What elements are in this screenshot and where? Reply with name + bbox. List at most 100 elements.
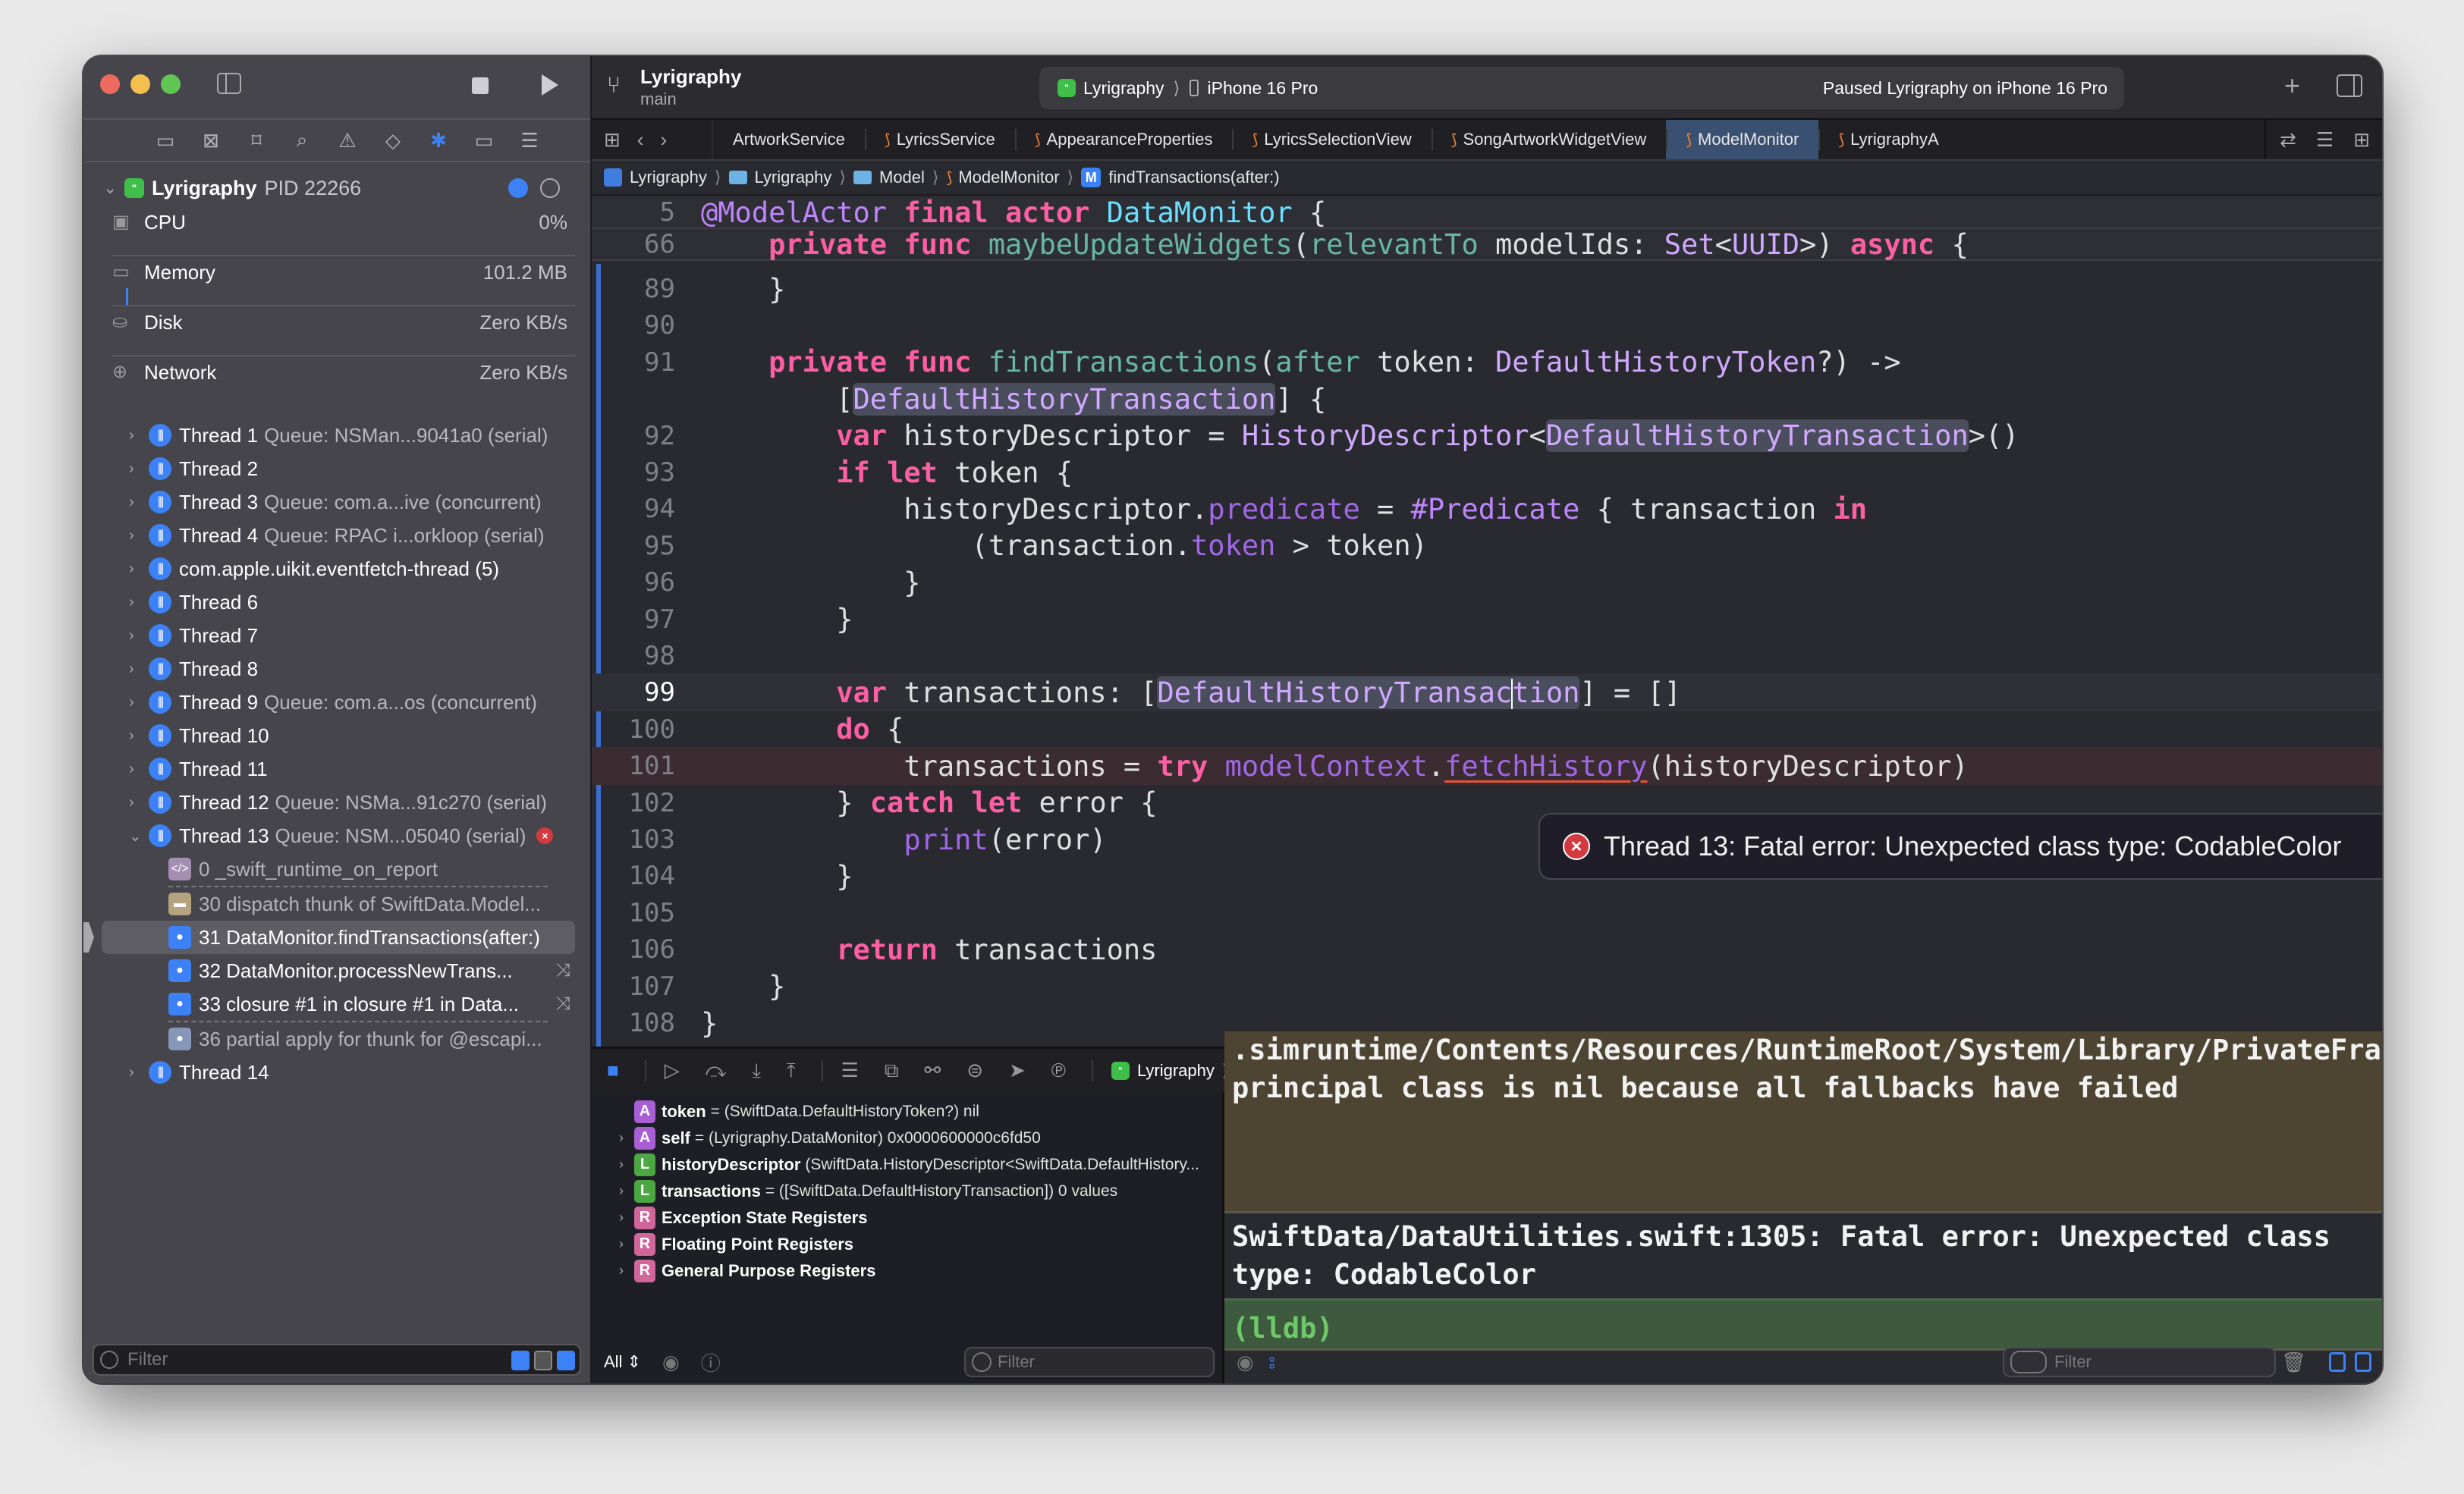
continue-icon[interactable]: ▷ [665,1059,680,1082]
thread-row[interactable]: › ||| Thread 2 [83,452,590,485]
thread-row[interactable]: › ||| Thread 7 [83,619,590,652]
code-line[interactable]: 102 } catch let error { [592,784,2382,822]
chevron-right-icon[interactable]: › [129,627,149,645]
tab-artworkservice[interactable]: ArtworkService [713,120,865,159]
thread-row[interactable]: › ||| Thread 1 Queue: NSMan...9041a0 (seria… [83,419,590,452]
variable-row[interactable]: Atoken = (SwiftData.DefaultHistoryToken?)… [592,1098,1222,1125]
simulate-location-icon[interactable]: ➤ [1009,1059,1026,1082]
chevron-right-icon[interactable]: › [129,460,149,478]
code-line[interactable]: 107 } [592,968,2382,1006]
trash-icon[interactable]: 🗑 [2281,1351,2306,1374]
report-navigator-icon[interactable]: ☰ [507,129,552,152]
chevron-down-icon[interactable]: ⌄ [103,178,121,198]
code-line[interactable]: 89 } [592,270,2382,308]
thread-row[interactable]: › ||| Thread 8 [83,652,590,686]
code-line[interactable]: 96 } [592,563,2382,601]
branch-name[interactable]: main [640,89,677,109]
gauge-network[interactable]: ⊕ Network Zero KB/s [112,356,575,406]
find-navigator-icon[interactable]: ⌕ [279,128,325,152]
variables-filter-field[interactable]: Filter [964,1347,1215,1377]
code-line[interactable]: 94 historyDescriptor.predicate = #Predic… [592,490,2382,528]
breakpoints-toggle-icon[interactable]: ■ [607,1059,619,1082]
thread-row[interactable]: › ||| Thread 6 [83,585,590,619]
code-line[interactable]: 95 (transaction.token > token) [592,527,2382,565]
environment-overrides-icon[interactable]: ⊜ [966,1059,983,1082]
toggle-inspector-icon[interactable] [2337,74,2362,97]
variable-row[interactable]: › R Floating Point Registers [592,1231,1222,1257]
info-icon[interactable]: ⓘ [701,1348,721,1376]
chevron-right-icon[interactable]: › [129,761,149,778]
thread-row[interactable]: › ||| Thread 12 Queue: NSMa...91c270 (seria… [83,786,590,819]
related-items-icon[interactable]: ⊞ [604,128,621,152]
thread-row[interactable]: › ||| Thread 9 Queue: com.a...os (concurren… [83,686,590,719]
code-line[interactable]: 105 [592,894,2382,932]
add-icon[interactable]: + [2284,70,2300,102]
thread-row[interactable]: › ||| Thread 10 [83,719,590,752]
gauge-memory[interactable]: ▭ Memory 101.2 MB [112,256,575,306]
chevron-right-icon[interactable]: › [619,1157,634,1172]
code-line[interactable]: 92 var historyDescriptor = HistoryDescri… [592,417,2382,455]
tab-lyrigraphya[interactable]: ⟆ LyrigraphyA [1818,120,1958,159]
navigator-filter-field[interactable]: Filter [93,1344,581,1376]
chevron-right-icon[interactable]: › [129,794,149,811]
jump-bar-segment[interactable]: Lyrigraphy [728,168,831,187]
stack-frame[interactable]: ● 36 partial apply for thunk for @escapi.… [83,1022,590,1056]
sticky-header-line[interactable]: 5 @ModelActor final actor DataMonitor { [592,197,2382,229]
toggle-navigator-icon[interactable] [217,73,241,94]
forward-icon[interactable]: › [660,128,667,152]
chevron-right-icon[interactable]: › [129,694,149,711]
chevron-right-icon[interactable]: › [619,1130,634,1146]
bookmark-navigator-icon[interactable]: ⌑ [234,129,279,152]
jump-bar-segment[interactable]: ⟆ ModelMonitor [947,168,1060,187]
thread-row[interactable]: › ||| com.apple.uikit.eventfetch-thread (5… [83,552,590,585]
chevron-right-icon[interactable]: › [129,661,149,678]
thread-row[interactable]: ⌄ ||| Thread 13 Queue: NSM...05040 (serial)… [83,819,590,852]
issue-navigator-icon[interactable]: ⚠ [325,129,370,152]
back-icon[interactable]: ‹ [637,128,644,152]
chevron-right-icon[interactable]: › [129,494,149,511]
scheme-selector[interactable]: Lyrigraphy [1083,78,1164,99]
swap-icon[interactable]: ⇄ [2280,128,2296,152]
chevron-right-icon[interactable]: › [129,594,149,611]
code-line[interactable]: [DefaultHistoryTransaction] { [592,380,2382,418]
project-navigator-icon[interactable]: ▭ [143,129,188,152]
stop-icon[interactable] [472,77,489,94]
console[interactable]: .simruntime/Contents/Resources/RuntimeRo… [1224,1031,2382,1383]
variable-row[interactable]: › R Exception State Registers [592,1204,1222,1231]
tab-modelmonitor[interactable]: ⟆ ModelMonitor [1666,120,1819,159]
variable-row[interactable]: › R General Purpose Registers [592,1257,1222,1284]
stack-frame[interactable]: ● 31 DataMonitor.findTransactions(after:) [83,921,575,954]
chevron-right-icon[interactable]: › [129,427,149,444]
threads-view-icon[interactable] [540,178,560,198]
step-into-icon[interactable]: ⤓ [753,1059,762,1083]
code-line[interactable]: 97 } [592,601,2382,639]
code-line[interactable]: 91 private func findTransactions(after t… [592,344,2382,381]
scope-selector[interactable]: All ⇕ [604,1352,641,1372]
tab-lyricsservice[interactable]: ⟆ LyricsService [864,120,1015,159]
console-filter-field[interactable]: Filter [2003,1347,2276,1377]
frames-filter-button[interactable] [534,1351,552,1370]
run-icon[interactable] [542,74,558,96]
code-line[interactable]: 103 print(error) [592,821,2382,858]
show-variables-pane-button[interactable] [2329,1352,2346,1372]
chevron-right-icon[interactable]: › [619,1210,634,1226]
chevron-right-icon[interactable]: › [129,1064,149,1081]
debug-crumb[interactable]: " Lyrigraphy [1111,1061,1215,1081]
debug-view-icon[interactable]: ⧉ [885,1059,899,1083]
thread-icon[interactable]: ℗ [1051,1059,1066,1082]
error-line[interactable]: 101 transactions = try modelContext.fetc… [592,747,2382,786]
gauge-disk[interactable]: ⛀ Disk Zero KB/s [112,306,575,356]
gauge-cpu[interactable]: ▣ CPU 0% [112,206,575,256]
tab-lyricsselectionview[interactable]: ⟆ LyricsSelectionView [1232,120,1431,159]
code-line[interactable]: 98 [592,637,2382,675]
gauges-icon[interactable] [508,178,528,198]
jump-bar-segment[interactable]: Lyrigraphy [604,168,707,187]
variable-row[interactable]: › Ltransactions = ([SwiftData.DefaultHisto… [592,1178,1222,1204]
view-hierarchy-icon[interactable]: ☰ [841,1059,859,1082]
debug-navigator-icon[interactable]: ✱ [416,129,461,152]
chevron-right-icon[interactable]: › [619,1263,634,1279]
tab-appearanceproperties[interactable]: ⟆ AppearanceProperties [1014,120,1233,159]
thread-row[interactable]: › ||| Thread 11 [83,752,590,786]
variable-row[interactable]: › LhistoryDescriptor (SwiftData.HistoryDes… [592,1151,1222,1178]
code-line[interactable]: 90 [592,306,2382,344]
